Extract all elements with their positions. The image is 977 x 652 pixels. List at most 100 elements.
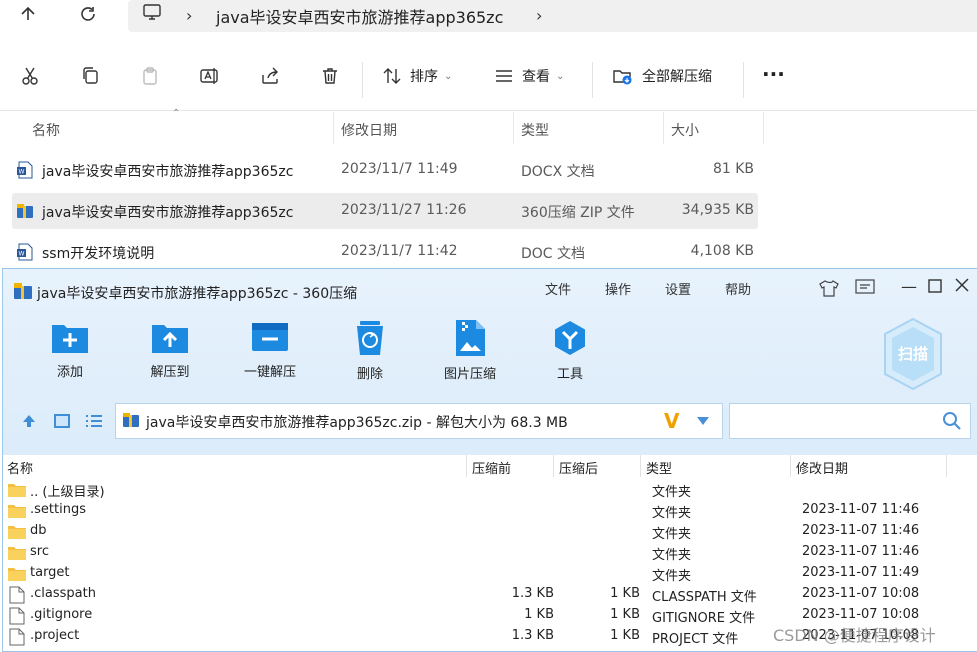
archive-row[interactable]: .. (上级目录) 文件夹	[3, 479, 977, 500]
file-explorer-window: › java毕设安卓西安市旅游推荐app365zc › 排序 ⌄ 查看 ⌄ 全部…	[0, 0, 977, 270]
column-divider[interactable]	[763, 112, 764, 144]
column-header-size[interactable]: 大小	[671, 120, 699, 140]
menu-help[interactable]: 帮助	[725, 279, 751, 298]
sort-label: 排序	[410, 69, 438, 85]
entry-type: 文件夹	[652, 527, 692, 542]
file-date: 2023/11/7 11:42	[341, 243, 458, 259]
tool-label: 删除	[356, 367, 383, 382]
archive-row[interactable]: .settings 文件夹 2023-11-07 11:46	[3, 500, 977, 521]
archive-row[interactable]: src 文件夹 2023-11-07 11:46	[3, 542, 977, 563]
sort-button[interactable]: 排序 ⌄	[382, 66, 452, 86]
entry-name: .project	[30, 628, 80, 643]
entry-name: src	[30, 544, 49, 559]
column-header-date[interactable]: 修改日期	[796, 458, 848, 477]
breadcrumb-chevron-icon[interactable]: ›	[536, 6, 542, 25]
menu-operation[interactable]: 操作	[605, 279, 631, 298]
skin-shirt-icon[interactable]	[819, 279, 839, 297]
column-divider[interactable]	[663, 112, 664, 144]
dropdown-arrow-icon[interactable]	[696, 416, 710, 426]
column-divider[interactable]	[640, 455, 641, 477]
file-size: 34,935 KB	[681, 202, 754, 218]
archive-row[interactable]: .classpath 1.3 KB 1 KB CLASSPATH 文件 2023…	[3, 584, 977, 605]
entry-name: .gitignore	[30, 607, 93, 622]
column-header-before[interactable]: 压缩前	[472, 458, 511, 477]
entry-type: PROJECT 文件	[652, 632, 739, 647]
tool-image-compress-button[interactable]: 图片压缩	[430, 319, 510, 382]
refresh-icon[interactable]	[74, 0, 102, 28]
close-icon[interactable]	[955, 278, 969, 292]
zip-360-window: java毕设安卓西安市旅游推荐app365zc - 360压缩 文件 操作 设置…	[2, 268, 977, 652]
column-header-date[interactable]: 修改日期	[341, 120, 397, 140]
column-divider[interactable]	[790, 455, 791, 477]
column-header-name[interactable]: 名称	[7, 458, 33, 477]
column-divider[interactable]	[333, 112, 334, 144]
recycle-bin-icon	[330, 319, 410, 357]
up-arrow-icon[interactable]	[14, 0, 42, 28]
folder-icon	[7, 482, 27, 498]
file-row[interactable]: W ssm开发环境说明 2023/11/7 11:42 DOC 文档 4,108…	[12, 234, 758, 270]
column-divider[interactable]	[513, 112, 514, 144]
checkmark-v-icon[interactable]: V	[664, 409, 679, 433]
svg-text:W: W	[19, 169, 25, 176]
archive-row[interactable]: target 文件夹 2023-11-07 11:49	[3, 563, 977, 584]
delete-icon[interactable]	[320, 66, 340, 86]
tool-label: 一键解压	[243, 365, 296, 380]
tool-add-button[interactable]: 添加	[30, 319, 110, 380]
more-options-button[interactable]: ···	[762, 62, 785, 86]
entry-date: 2023-11-07 11:46	[802, 502, 920, 517]
column-divider[interactable]	[553, 455, 554, 477]
breadcrumb-path[interactable]: java毕设安卓西安市旅游推荐app365zc	[216, 4, 503, 28]
column-header-type[interactable]: 类型	[646, 458, 672, 477]
file-icon	[9, 628, 25, 646]
window-title: java毕设安卓西安市旅游推荐app365zc - 360压缩	[37, 286, 358, 302]
feedback-icon[interactable]	[855, 279, 875, 297]
entry-type: 文件夹	[652, 485, 692, 500]
maximize-icon[interactable]	[928, 279, 942, 293]
archive-path-text: java毕设安卓西安市旅游推荐app365zc.zip - 解包大小为 68.3…	[146, 415, 568, 431]
zip-window-header: java毕设安卓西安市旅游推荐app365zc - 360压缩 文件 操作 设置…	[3, 269, 977, 455]
copy-icon[interactable]	[80, 66, 100, 86]
menu-file[interactable]: 文件	[545, 279, 571, 298]
rename-icon[interactable]	[199, 66, 221, 86]
scan-label: 扫描	[897, 345, 928, 363]
cut-icon[interactable]	[20, 66, 40, 86]
view-button[interactable]: 查看 ⌄	[494, 66, 564, 86]
thumbnail-view-icon[interactable]	[53, 412, 71, 430]
minimize-icon[interactable]: —	[901, 277, 917, 296]
archive-path-bar[interactable]: java毕设安卓西安市旅游推荐app365zc.zip - 解包大小为 68.3…	[115, 403, 723, 439]
scan-button[interactable]: 扫描	[881, 317, 945, 391]
paste-icon[interactable]	[140, 66, 160, 86]
column-divider[interactable]	[466, 455, 467, 477]
share-icon[interactable]	[260, 66, 280, 86]
tool-label: 解压到	[150, 365, 190, 380]
file-row[interactable]: W java毕设安卓西安市旅游推荐app365zc 2023/11/7 11:4…	[12, 152, 758, 188]
tool-delete-button[interactable]: 删除	[330, 319, 410, 382]
file-row-selected[interactable]: java毕设安卓西安市旅游推荐app365zc 2023/11/27 11:26…	[12, 193, 758, 229]
search-input[interactable]	[729, 403, 971, 439]
archive-row[interactable]: db 文件夹 2023-11-07 11:46	[3, 521, 977, 542]
file-type: DOC 文档	[521, 246, 586, 262]
column-header-type[interactable]: 类型	[521, 120, 549, 140]
column-header-after[interactable]: 压缩后	[559, 458, 598, 477]
zip-archive-icon	[122, 411, 140, 429]
entry-type: GITIGNORE 文件	[652, 611, 756, 626]
tool-one-click-extract-button[interactable]: 一键解压	[230, 319, 310, 380]
entry-name: target	[30, 565, 70, 580]
menu-settings[interactable]: 设置	[665, 279, 691, 298]
search-icon[interactable]	[942, 411, 962, 431]
go-up-icon[interactable]	[21, 413, 37, 429]
file-name: java毕设安卓西安市旅游推荐app365zc	[42, 164, 294, 180]
sort-icon	[383, 68, 401, 84]
file-date: 2023/11/7 11:49	[341, 161, 458, 177]
column-divider[interactable]	[946, 455, 947, 477]
extract-all-button[interactable]: 全部解压缩	[612, 66, 712, 86]
tool-tools-button[interactable]: 工具	[530, 319, 610, 382]
archive-list-header: 名称 压缩前 压缩后 类型 修改日期	[3, 455, 977, 477]
tool-extract-to-button[interactable]: 解压到	[130, 319, 210, 380]
list-view-icon[interactable]	[85, 413, 103, 429]
tool-label: 图片压缩	[443, 367, 496, 382]
column-header-name[interactable]: 名称	[32, 120, 60, 140]
breadcrumb-chevron-icon: ›	[186, 6, 193, 25]
address-bar[interactable]: › java毕设安卓西安市旅游推荐app365zc ›	[128, 0, 977, 32]
entry-date: 2023-11-07 11:46	[802, 523, 920, 538]
